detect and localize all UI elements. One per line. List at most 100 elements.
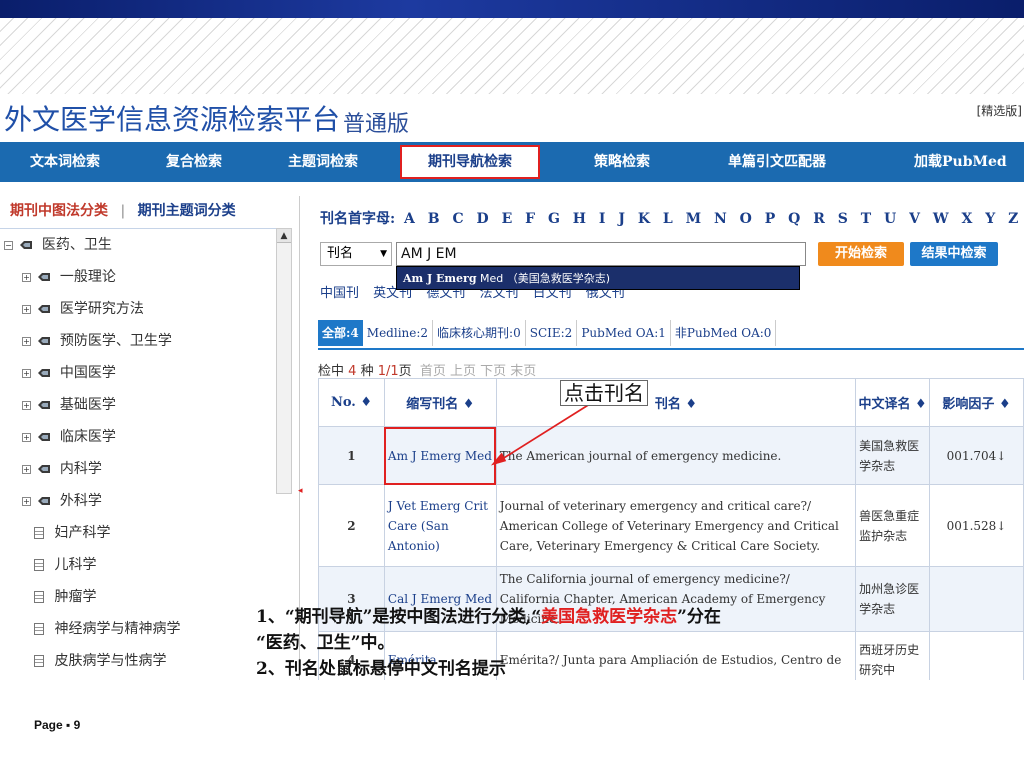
expand-icon[interactable]: + xyxy=(22,496,31,506)
expand-icon[interactable]: + xyxy=(22,272,31,282)
tree-item-pediatrics[interactable]: 儿科学 xyxy=(34,549,96,581)
slide: 外文医学信息资源检索平台 普通版 [精选版] 文本词检索 复合检索 主题词检索 … xyxy=(0,0,1024,768)
tree-item-preventive-medicine[interactable]: + 预防医学、卫生学 xyxy=(22,325,172,357)
tab-clc-classification[interactable]: 期刊中图法分类 xyxy=(10,203,108,219)
letter-o[interactable]: O xyxy=(740,211,752,227)
nav-load-pubmed[interactable]: 加载PubMed xyxy=(914,142,1007,182)
letter-j[interactable]: J xyxy=(618,211,625,227)
letter-q[interactable]: Q xyxy=(788,211,800,227)
letter-i[interactable]: I xyxy=(599,211,606,227)
lang-tab-chinese[interactable]: 中国刊 xyxy=(320,286,359,301)
tree-item-label: 中国医学 xyxy=(59,365,116,381)
collapse-panel-icon[interactable]: ◂ xyxy=(298,486,303,496)
tab-separator: | xyxy=(120,203,126,219)
expand-icon[interactable]: + xyxy=(22,304,31,314)
cell-no: 1 xyxy=(318,426,385,485)
brand-header: 外文医学信息资源检索平台 普通版 [精选版] xyxy=(0,94,1024,142)
filter-non-pubmed-oa[interactable]: 非PubMed OA:0 xyxy=(671,320,777,346)
tree-item-label: 医学研究方法 xyxy=(59,301,144,317)
letter-u[interactable]: U xyxy=(884,211,896,227)
nav-strategy-search[interactable]: 策略检索 xyxy=(594,142,650,182)
nav-citation-matcher[interactable]: 单篇引文匹配器 xyxy=(728,142,826,182)
filter-pubmed-oa[interactable]: PubMed OA:1 xyxy=(577,320,671,346)
tree-item-neurology-psychiatry[interactable]: 神经病学与精神病学 xyxy=(34,613,180,645)
letter-r[interactable]: R xyxy=(813,211,825,227)
letter-y[interactable]: Y xyxy=(985,211,995,227)
letter-t[interactable]: T xyxy=(861,211,871,227)
col-header-impact[interactable]: 影响因子 ♦ xyxy=(929,378,1024,427)
tree-item-medicine-health[interactable]: − 医药、卫生 xyxy=(4,229,112,261)
folder-gem-icon xyxy=(38,465,51,473)
tree-item-label: 基础医学 xyxy=(59,397,116,413)
letter-f[interactable]: F xyxy=(525,211,535,227)
letter-b[interactable]: B xyxy=(428,211,440,227)
tree-item-basic-medicine[interactable]: + 基础医学 xyxy=(22,389,116,421)
tree-scrollbar[interactable]: ▲ xyxy=(276,228,292,494)
tree-item-research-methods[interactable]: + 医学研究方法 xyxy=(22,293,144,325)
letter-h[interactable]: H xyxy=(573,211,586,227)
letter-d[interactable]: D xyxy=(477,211,489,227)
start-search-button[interactable]: 开始检索 xyxy=(818,242,904,266)
letter-m[interactable]: M xyxy=(686,211,702,227)
cell-abbr: J Vet Emerg Crit Care (San Antonio) xyxy=(383,484,497,567)
letter-z[interactable]: Z xyxy=(1008,211,1018,227)
filter-medline[interactable]: Medline:2 xyxy=(363,320,434,346)
letter-x[interactable]: X xyxy=(961,211,972,227)
tree-item-label: 妇产科学 xyxy=(54,525,111,541)
switch-edition-link[interactable]: [精选版] xyxy=(977,102,1022,119)
category-panel: 期刊中图法分类 | 期刊主题词分类 − 医药、卫生 + 一般理论 + 医学研究方… xyxy=(0,196,303,680)
col-header-cn[interactable]: 中文译名 ♦ xyxy=(855,378,931,427)
expand-icon[interactable]: + xyxy=(22,400,31,410)
tree-item-dermatology[interactable]: 皮肤病学与性病学 xyxy=(34,645,166,677)
letter-k[interactable]: K xyxy=(638,211,650,227)
journal-abbr-link[interactable]: J Vet Emerg Crit Care (San Antonio) xyxy=(388,499,488,553)
letter-p[interactable]: P xyxy=(765,211,776,227)
journal-name-input[interactable] xyxy=(396,242,806,266)
hits-count: 4 xyxy=(348,364,357,379)
tree-item-label: 一般理论 xyxy=(59,269,116,285)
autocomplete-suggestion[interactable]: Am J Emerg Med （美国急救医学杂志) xyxy=(396,266,800,290)
cell-impact: 001.528↓ xyxy=(929,484,1024,567)
nav-subject-search[interactable]: 主题词检索 xyxy=(288,142,358,182)
tree-item-general-theory[interactable]: + 一般理论 xyxy=(22,261,116,293)
folder-gem-icon xyxy=(38,433,51,441)
cell-cn: 加州急诊医学杂志 xyxy=(855,566,931,632)
expand-icon[interactable]: + xyxy=(22,464,31,474)
letter-s[interactable]: S xyxy=(838,211,848,227)
nav-journal-navigation[interactable]: 期刊导航检索 xyxy=(400,145,540,179)
tree-item-chinese-medicine[interactable]: + 中国医学 xyxy=(22,357,116,389)
tree-item-oncology[interactable]: 肿瘤学 xyxy=(34,581,96,613)
expand-icon[interactable]: + xyxy=(22,368,31,378)
letter-v[interactable]: V xyxy=(909,211,920,227)
journal-abbr-link[interactable]: Am J Emerg Med xyxy=(388,449,492,463)
nav-compound-search[interactable]: 复合检索 xyxy=(166,142,222,182)
tree-item-internal-medicine[interactable]: + 内科学 xyxy=(22,453,102,485)
letter-l[interactable]: L xyxy=(663,211,673,227)
scroll-up-arrow-icon[interactable]: ▲ xyxy=(277,229,291,243)
letter-g[interactable]: G xyxy=(548,211,560,227)
nav-text-search[interactable]: 文本词检索 xyxy=(30,142,100,182)
letter-n[interactable]: N xyxy=(714,211,727,227)
filter-all[interactable]: 全部:4 xyxy=(318,320,363,346)
letter-c[interactable]: C xyxy=(453,211,464,227)
collapse-icon[interactable]: − xyxy=(4,240,13,250)
letter-w[interactable]: W xyxy=(933,211,949,227)
filter-scie[interactable]: SCIE:2 xyxy=(526,320,578,346)
letter-a[interactable]: A xyxy=(404,211,415,227)
tree-item-label: 临床医学 xyxy=(59,429,116,445)
search-field-value: 刊名 xyxy=(327,246,354,261)
pager-links[interactable]: 首页 上页 下页 末页 xyxy=(420,364,536,379)
result-filters: 全部:4 Medline:2 临床核心期刊:0 SCIE:2 PubMed OA:1 非P… xyxy=(318,320,777,348)
tree-item-clinical-medicine[interactable]: + 临床医学 xyxy=(22,421,116,453)
letter-e[interactable]: E xyxy=(502,211,513,227)
col-header-no[interactable]: No. ♦ xyxy=(318,378,385,427)
tab-subject-classification[interactable]: 期刊主题词分类 xyxy=(138,203,236,219)
main-nav: 文本词检索 复合检索 主题词检索 期刊导航检索 策略检索 单篇引文匹配器 加载P… xyxy=(0,142,1024,182)
tree-item-obstetrics[interactable]: 妇产科学 xyxy=(34,517,110,549)
tree-item-surgery[interactable]: + 外科学 xyxy=(22,485,102,517)
search-field-select[interactable]: 刊名 ▼ xyxy=(320,242,392,266)
filter-clinical-core[interactable]: 临床核心期刊:0 xyxy=(433,320,526,346)
search-within-results-button[interactable]: 结果中检索 xyxy=(910,242,998,266)
expand-icon[interactable]: + xyxy=(22,336,31,346)
expand-icon[interactable]: + xyxy=(22,432,31,442)
